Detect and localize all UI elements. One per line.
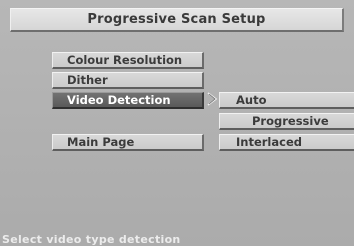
menu-item-label: Video Detection <box>67 93 171 107</box>
menu-item-dither[interactable]: Dither <box>52 72 204 89</box>
option-label: Interlaced <box>236 135 302 149</box>
page-title: Progressive Scan Setup <box>10 8 344 32</box>
option-auto[interactable]: Auto <box>219 92 354 109</box>
option-label: Auto <box>236 93 267 107</box>
status-hint: Select video type detection <box>2 233 181 246</box>
menu-item-main-page[interactable]: Main Page <box>52 134 204 151</box>
menu-item-colour-resolution[interactable]: Colour Resolution <box>52 52 204 69</box>
menu-item-label: Colour Resolution <box>67 53 183 67</box>
option-label: Progressive <box>252 114 329 128</box>
menu-item-label: Main Page <box>67 135 135 149</box>
option-interlaced[interactable]: Interlaced <box>219 134 354 151</box>
menu-item-video-detection[interactable]: Video Detection <box>52 92 204 109</box>
chevron-right-icon <box>207 92 218 106</box>
option-progressive[interactable]: Progressive <box>219 113 354 130</box>
page-title-text: Progressive Scan Setup <box>87 12 266 27</box>
menu-item-label: Dither <box>67 73 108 87</box>
osd-screen: Progressive Scan Setup Colour Resolution… <box>0 0 354 246</box>
